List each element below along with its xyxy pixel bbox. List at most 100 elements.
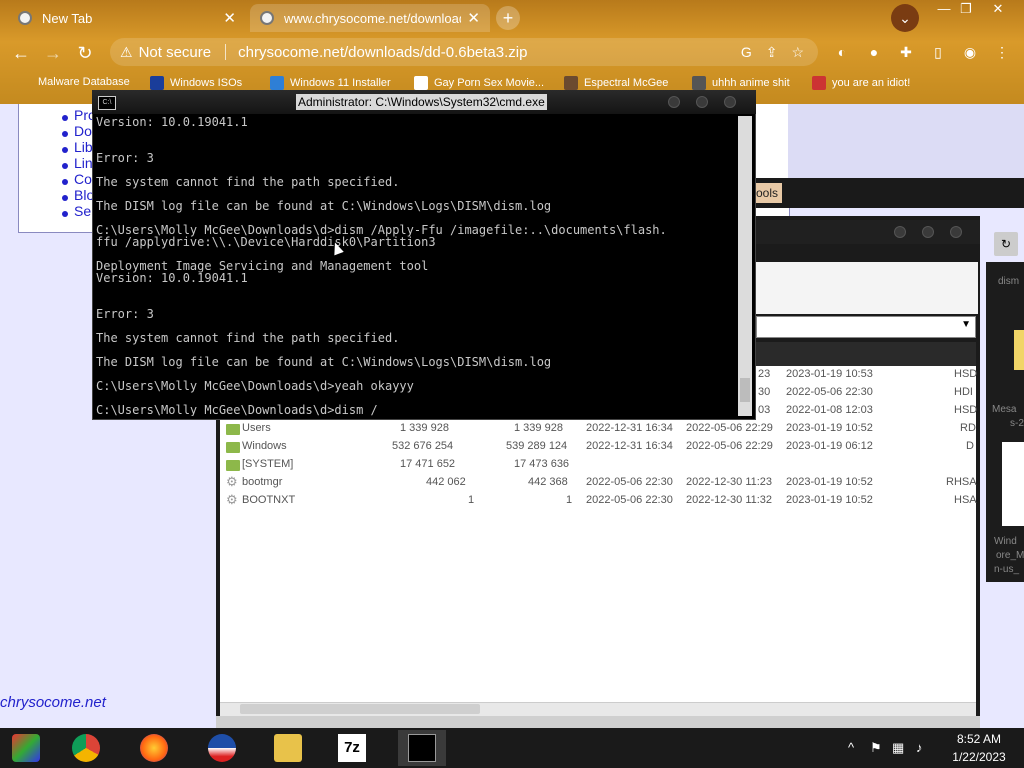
windows-start-icon [12,734,40,762]
bookmark-item[interactable]: Windows ISOs [150,76,242,90]
close-icon[interactable]: ✕ [223,9,236,27]
cmd-icon[interactable]: C:\ [98,96,116,110]
menu-icon[interactable]: ⋮ [990,40,1014,64]
star-icon[interactable]: ☆ [791,44,804,61]
cmd-icon [408,734,436,762]
bullet [62,163,68,169]
vertical-scrollbar[interactable] [738,116,752,416]
scrollbar-thumb[interactable] [240,704,480,714]
drive-dropdown[interactable]: ▼ [756,316,976,338]
clock-time[interactable]: 8:52 AM [940,732,1018,746]
taskbar-obama[interactable] [198,730,246,766]
cmd-line: The DISM log file can be found at C:\Win… [96,199,552,213]
taskbar-firefox[interactable] [130,730,178,766]
cell: 2023-01-19 10:52 [786,494,873,506]
table-row[interactable]: [SYSTEM] 17 471 652 17 473 636 [220,456,976,474]
refresh-icon[interactable]: ↻ [994,232,1018,256]
bullet [62,147,68,153]
bookmark-label: Espectral McGee [584,77,669,89]
bookmark-item[interactable]: Espectral McGee [564,76,668,90]
nav-link[interactable]: Co [74,171,92,187]
nav-link[interactable]: Do [74,123,92,139]
desktop-label: Wind [994,536,1017,547]
close-window-button[interactable]: ✕ [982,0,1014,18]
file-thumbnail[interactable] [1002,442,1024,526]
site-link[interactable]: chrysocome.net [0,694,106,711]
cell: 2022-05-06 22:30 [586,476,673,488]
table-row[interactable]: ⚙ bootmgr 442 062 442 368 2022-05-06 22:… [220,474,977,492]
minimize-button[interactable] [668,96,680,108]
bookmark-item[interactable]: Malware Database [38,76,130,88]
sidepanel-icon[interactable]: ▯ [926,40,950,64]
tools-tab[interactable]: ools [752,183,782,203]
desktop-label: s-2 [1010,418,1024,429]
back-button[interactable]: ← [8,40,34,66]
bookmark-favicon-icon [692,76,706,90]
network-icon[interactable]: ▦ [892,740,904,756]
cmd-output[interactable]: Version: 10.0.19041.1 Error: 3 The syste… [96,114,736,416]
clock-date[interactable]: 1/22/2023 [940,750,1018,764]
cell: 2023-01-19 06:12 [786,440,873,452]
nav-link[interactable]: Lin [74,155,93,171]
start-button[interactable] [2,730,50,766]
cmd-line: ffu /applydrive:\\.\Device\Harddisk0\Par… [96,235,436,249]
taskbar-chrome[interactable] [62,730,110,766]
taskbar-file-explorer[interactable] [264,730,312,766]
profile-icon[interactable]: ◉ [958,40,982,64]
table-row[interactable]: ⚙ BOOTNXT 1 1 2022-05-06 22:30 2022-12-3… [220,492,977,510]
folder-icon[interactable] [1014,330,1024,370]
maximize-button[interactable] [922,226,934,238]
cell: RHSA [946,476,977,488]
forward-button[interactable]: → [40,40,66,66]
tab-new-tab[interactable]: New Tab ✕ [8,4,246,32]
tab-title: www.chrysocome.net/downloads/ [284,10,462,26]
cell: 1 339 928 [400,422,449,434]
warning-icon[interactable]: ⚠ [120,44,133,61]
bookmark-item[interactable]: Gay Porn Sex Movie... [414,76,544,90]
flag-icon[interactable]: ◐ [830,40,854,64]
reload-button[interactable]: ↻ [72,40,98,66]
page-right-panel [788,104,1024,178]
cell: 442 368 [528,476,568,488]
cell: 2022-12-31 16:34 [586,422,673,434]
security-label[interactable]: Not secure [139,44,212,61]
cell: 1 [468,494,475,506]
column-headers[interactable] [756,342,976,366]
bookmark-item[interactable]: uhhh anime shit [692,76,790,90]
flag-icon[interactable]: ⚑ [870,740,882,756]
nav-link[interactable]: Se [74,203,91,219]
bookmark-favicon-icon [414,76,428,90]
extension-avatar-icon[interactable]: ● [862,40,886,64]
cell: HDI [954,386,973,398]
bullet [62,179,68,185]
nav-link[interactable]: Lib [74,139,93,155]
taskbar-cmd[interactable] [398,730,446,766]
uk-flag-icon [812,76,826,90]
volume-icon[interactable]: ♪ [916,740,923,755]
puzzle-icon[interactable]: ✚ [894,40,918,64]
table-row[interactable]: Windows 532 676 254 539 289 124 2022-12-… [220,438,976,456]
taskbar-7zip[interactable]: 7z [328,730,376,766]
share-icon[interactable]: ⇪ [766,44,778,61]
google-icon[interactable]: G [741,44,752,60]
chrome-icon [18,11,32,25]
new-tab-button[interactable]: + [496,6,520,30]
chevron-down-icon[interactable]: ⌄ [891,4,919,32]
url-text[interactable]: chrysocome.net/downloads/dd-0.6beta3.zip [238,44,741,61]
gear-icon: ⚙ [226,474,238,489]
bookmark-item[interactable]: you are an idiot! [812,76,910,90]
minimize-button[interactable] [894,226,906,238]
bookmark-item[interactable]: Windows 11 Installer [270,76,391,90]
close-button[interactable] [950,226,962,238]
tab-chrysocome[interactable]: www.chrysocome.net/downloads/ ✕ [250,4,490,32]
7zip-icon: 7z [338,734,366,762]
restore-button[interactable]: ❐ [950,0,982,18]
close-button[interactable] [724,96,736,108]
chevron-up-icon[interactable]: ^ [848,740,854,755]
table-row[interactable]: Users 1 339 928 1 339 928 2022-12-31 16:… [220,420,976,438]
maximize-button[interactable] [696,96,708,108]
address-bar[interactable]: ⚠ Not secure chrysocome.net/downloads/dd… [110,38,818,66]
close-icon[interactable]: ✕ [467,9,480,27]
file-name: bootmgr [242,476,283,488]
scrollbar-thumb[interactable] [740,378,750,402]
